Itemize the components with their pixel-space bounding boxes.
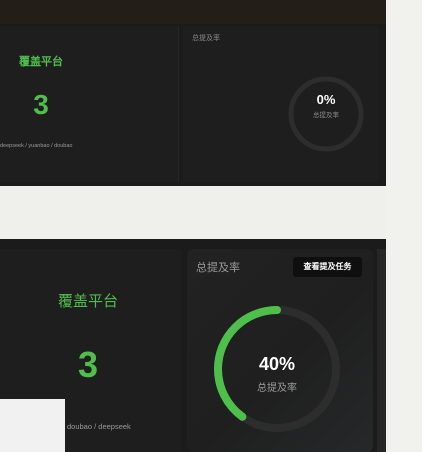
mention-rate-value: 40% bbox=[258, 354, 296, 374]
coverage-title: 覆盖平台 bbox=[57, 293, 118, 310]
overlay-box bbox=[0, 399, 65, 452]
coverage-platforms: deepseek / yuanbao / doubao bbox=[0, 143, 73, 149]
panel-top-band bbox=[0, 0, 386, 24]
panel-edge bbox=[377, 249, 386, 452]
coverage-title: 覆盖平台 bbox=[19, 56, 63, 68]
mention-rate-caption: 总提及率 bbox=[313, 112, 339, 119]
coverage-platforms: doubao / deepseek bbox=[67, 422, 131, 431]
coverage-count: 3 bbox=[77, 344, 99, 385]
view-mention-tasks-button[interactable]: 查看提及任务 bbox=[293, 257, 362, 277]
scroll-gutter bbox=[386, 0, 422, 452]
mention-rate-value: 0% bbox=[316, 92, 336, 107]
mention-rate-label: 总提及率 bbox=[196, 262, 240, 274]
mention-rate-label: 总提及率 bbox=[192, 35, 220, 42]
coverage-count: 3 bbox=[33, 89, 49, 120]
mention-rate-caption: 总提及率 bbox=[257, 383, 297, 394]
